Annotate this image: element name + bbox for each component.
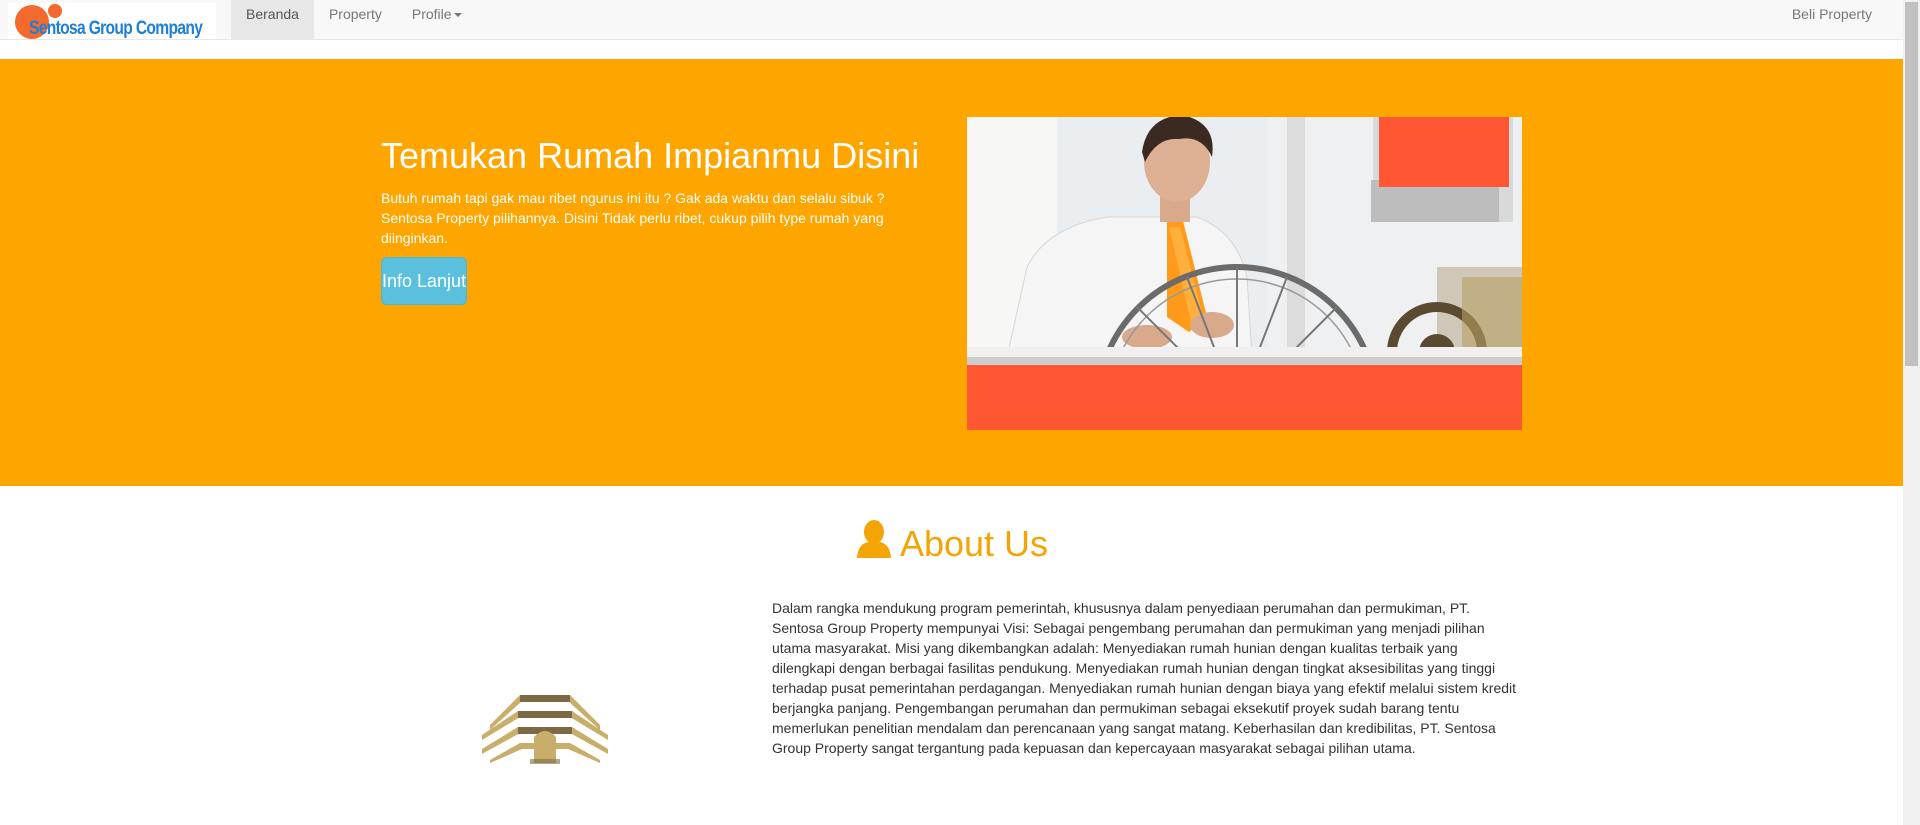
logo-dot-icon bbox=[48, 4, 62, 18]
about-description: Dalam rangka mendukung program pemerinta… bbox=[772, 600, 1517, 756]
building-logo-icon bbox=[482, 695, 608, 764]
nav-item-label: Property bbox=[328, 6, 382, 22]
page-scrollbar[interactable] bbox=[1903, 0, 1920, 825]
hero-banner: Temukan Rumah Impianmu Disini Butuh ruma… bbox=[0, 59, 1903, 486]
nav-item-beranda[interactable]: Beranda bbox=[231, 0, 314, 39]
nav-item-label: Profile bbox=[411, 6, 452, 22]
nav-item-label: Beranda bbox=[246, 6, 299, 22]
hero-image bbox=[967, 117, 1522, 430]
navbar: Sentosa Group Company Beranda Property P… bbox=[0, 0, 1903, 40]
about-heading: About Us bbox=[0, 520, 1903, 565]
user-icon bbox=[856, 520, 891, 558]
hero-description: Butuh rumah tapi gak mau ribet ngurus in… bbox=[381, 190, 885, 246]
info-lanjut-button[interactable]: Info Lanjut bbox=[381, 257, 467, 305]
hero-title: Temukan Rumah Impianmu Disini bbox=[381, 135, 920, 176]
scrollbar-thumb[interactable] bbox=[1905, 2, 1918, 366]
about-heading-text: About Us bbox=[899, 523, 1049, 564]
nav-item-property[interactable]: Property bbox=[314, 0, 397, 39]
nav-item-profile-dropdown[interactable]: Profile bbox=[397, 0, 477, 39]
brand-logo[interactable]: Sentosa Group Company bbox=[8, 3, 216, 39]
caret-down-icon bbox=[453, 13, 462, 18]
main-nav: Beranda Property Profile bbox=[231, 0, 477, 39]
nav-link-beli-property[interactable]: Beli Property bbox=[1792, 0, 1872, 39]
brand-text: Sentosa Group Company bbox=[29, 18, 203, 39]
